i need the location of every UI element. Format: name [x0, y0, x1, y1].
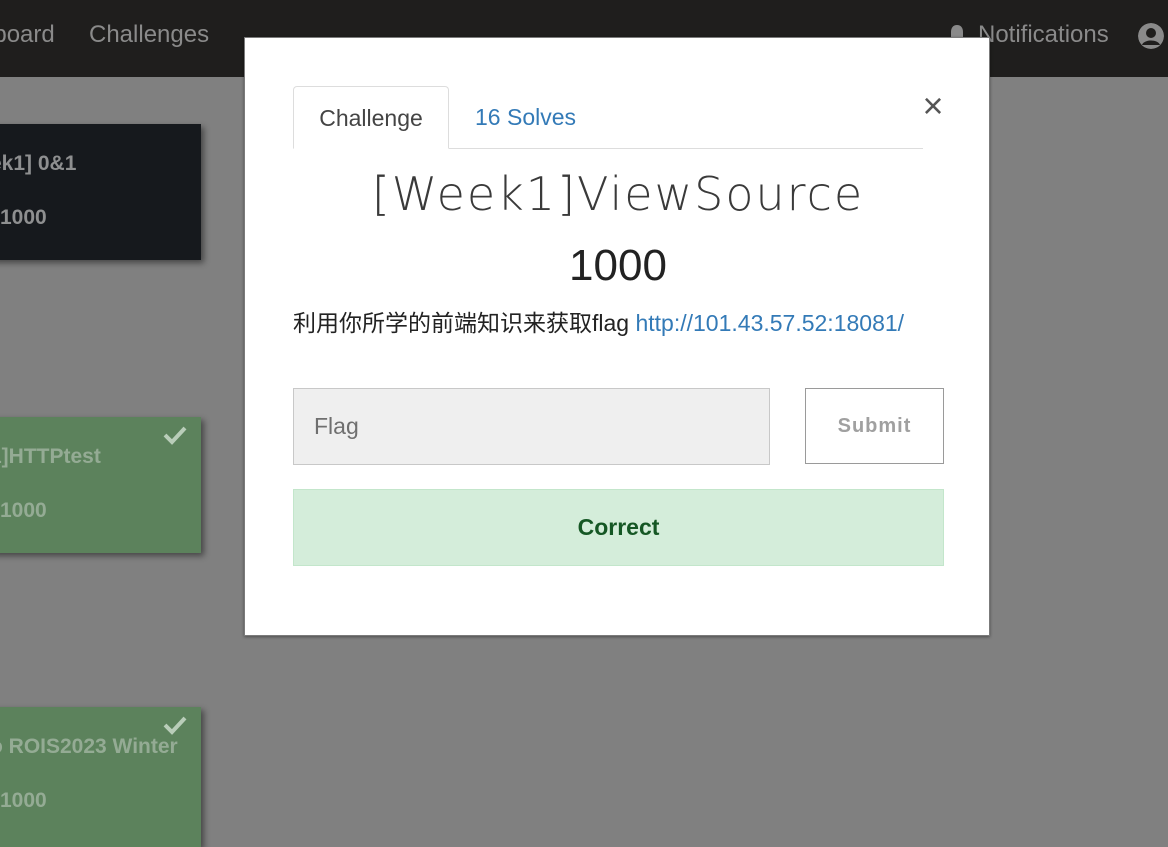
challenge-modal: Challenge 16 Solves × [Week1]ViewSource …	[244, 37, 990, 636]
nav-scoreboard-link[interactable]: eboard	[0, 20, 55, 50]
card-value: 1000	[0, 789, 47, 812]
challenge-title: [Week1]ViewSource	[371, 167, 865, 221]
check-icon	[163, 426, 187, 445]
submit-button[interactable]: Submit	[805, 388, 944, 464]
tab-challenge[interactable]: Challenge	[293, 86, 449, 149]
close-button[interactable]: ×	[921, 88, 945, 124]
challenge-description: 利用你所学的前端知识来获取flag http://101.43.57.52:18…	[293, 306, 973, 340]
card-value: 1000	[0, 499, 47, 522]
card-title: 1]HTTPtest	[0, 445, 101, 468]
challenge-value: 1000	[569, 241, 667, 290]
check-icon	[163, 716, 187, 735]
user-circle-icon	[1138, 22, 1164, 49]
card-value: 1000	[0, 206, 47, 229]
result-alert: Correct	[293, 489, 944, 566]
challenge-card-solved[interactable]: o ROIS2023 Winter 1000	[0, 707, 201, 847]
nav-notifications-label: Notifications	[978, 21, 1109, 48]
tab-solves[interactable]: 16 Solves	[475, 86, 576, 148]
nav-challenges-link[interactable]: Challenges	[89, 20, 209, 50]
flag-input[interactable]	[293, 388, 770, 465]
card-title: ek1] 0&1	[0, 152, 77, 175]
description-text: 利用你所学的前端知识来获取flag	[293, 310, 630, 336]
modal-tabs: Challenge 16 Solves	[293, 86, 923, 149]
card-title: o ROIS2023 Winter	[0, 735, 178, 758]
challenge-card[interactable]: ek1] 0&1 1000	[0, 124, 201, 260]
nav-user-menu[interactable]	[1138, 20, 1164, 50]
challenge-card-solved[interactable]: 1]HTTPtest 1000	[0, 417, 201, 553]
challenge-link[interactable]: http://101.43.57.52:18081/	[635, 310, 904, 336]
